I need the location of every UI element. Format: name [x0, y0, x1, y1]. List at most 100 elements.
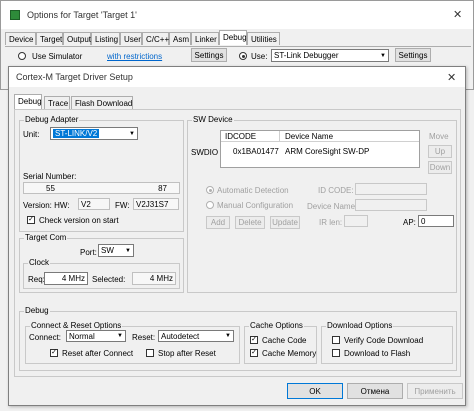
stop-after-reset-label: Stop after Reset [158, 349, 216, 358]
row-idcode-cell: 0x1BA01477 [233, 147, 279, 156]
verify-code-download-checkbox[interactable] [332, 336, 340, 344]
options-close-icon[interactable]: ✕ [453, 8, 462, 21]
delete-button[interactable]: Delete [235, 216, 265, 229]
fw-version-value: V2J31S7 [136, 199, 169, 209]
check-version-label: Check version on start [39, 216, 119, 225]
sw-device-table[interactable]: IDCODE Device Name 0x1BA01477 ARM CoreSi… [220, 130, 420, 168]
unit-label: Unit: [23, 130, 40, 139]
use-debugger-radio[interactable] [239, 52, 247, 60]
add-button[interactable]: Add [206, 216, 230, 229]
req-label: Req: [28, 275, 45, 284]
tab-asm[interactable]: Asm [169, 32, 191, 45]
verify-code-download-label: Verify Code Download [344, 336, 424, 345]
dialog-title: Cortex-M Target Driver Setup [16, 72, 133, 82]
tab-debug-settings[interactable]: Debug [14, 94, 42, 109]
use-simulator-label: Use Simulator [32, 52, 83, 61]
tab-listing[interactable]: Listing [91, 32, 120, 45]
simulator-settings-button[interactable]: Settings [191, 48, 227, 62]
stop-after-reset-checkbox[interactable] [146, 349, 154, 357]
chevron-down-icon: ▼ [225, 333, 231, 339]
download-options-label: Download Options [326, 321, 394, 330]
tab-debug[interactable]: Debug [219, 30, 247, 45]
sw-device-group: SW Device SWDIO IDCODE Device Name 0x1BA… [187, 115, 457, 293]
cache-memory-label: Cache Memory [262, 349, 317, 358]
move-down-button[interactable]: Down [428, 161, 452, 174]
target-com-label: Target Com [24, 233, 68, 242]
tab-utilities[interactable]: Utilities [247, 32, 280, 45]
cache-options-label: Cache Options [249, 321, 304, 330]
download-to-flash-checkbox[interactable] [332, 349, 340, 357]
check-version-checkbox[interactable]: ✓ [27, 216, 35, 224]
use-label: Use: [251, 52, 268, 61]
unit-select[interactable]: ST-LINK/V2 ▼ [50, 127, 138, 140]
cancel-button[interactable]: Отмена [347, 383, 403, 399]
options-titlebar: Options for Target 'Target 1' ✕ [1, 1, 473, 29]
ap-label: AP: [403, 218, 416, 227]
req-clock-value: 4 MHz [61, 274, 85, 283]
row-device-name-cell: ARM CoreSight SW-DP [285, 147, 370, 156]
fw-version-field: V2J31S7 [133, 198, 179, 210]
dialog-close-icon[interactable]: ✕ [447, 71, 456, 84]
tab-linker[interactable]: Linker [191, 32, 219, 45]
swdio-label: SWDIO [191, 148, 219, 157]
apply-button[interactable]: Применить [407, 383, 463, 399]
tab-target[interactable]: Target [36, 32, 63, 45]
update-button[interactable]: Update [270, 216, 300, 229]
debug-options-label: Debug [24, 306, 50, 315]
col-divider [279, 131, 280, 142]
tab-trace[interactable]: Trace [44, 96, 70, 109]
port-select-value: SW [101, 246, 114, 255]
ir-len-input[interactable] [344, 215, 368, 227]
connect-select[interactable]: Normal ▼ [66, 330, 126, 342]
chevron-down-icon: ▼ [380, 52, 386, 59]
port-label: Port: [80, 248, 97, 257]
automatic-detection-radio[interactable] [206, 186, 214, 194]
connect-select-value: Normal [69, 331, 95, 341]
tab-flash-download[interactable]: Flash Download [71, 96, 133, 109]
debugger-select[interactable]: ST-Link Debugger ▼ [271, 49, 389, 62]
debug-adapter-group: Debug Adapter Unit: ST-LINK/V2 ▼ Serial … [19, 115, 184, 232]
tab-output[interactable]: Output [63, 32, 91, 45]
cache-code-label: Cache Code [262, 336, 307, 345]
cache-memory-checkbox[interactable]: ✓ [250, 349, 258, 357]
port-select[interactable]: SW ▼ [98, 244, 134, 257]
hw-version-field: V2 [78, 198, 110, 210]
download-options-group: Download Options Verify Code Download Do… [321, 321, 453, 364]
selected-clock-label: Selected: [92, 275, 126, 284]
keil-app-icon [10, 10, 20, 20]
serial-number-left: 55 [46, 183, 55, 193]
selected-clock-value: 4 MHz [149, 274, 173, 283]
with-restrictions-link[interactable]: with restrictions [107, 52, 162, 61]
clock-group: Clock Req: 4 MHz Selected: 4 MHz [23, 258, 180, 289]
cache-code-checkbox[interactable]: ✓ [250, 336, 258, 344]
req-clock-field[interactable]: 4 MHz [44, 272, 88, 285]
download-to-flash-label: Download to Flash [344, 349, 411, 358]
manual-configuration-radio[interactable] [206, 201, 214, 209]
tab-device[interactable]: Device [5, 32, 36, 45]
dialog-tab-strip: Debug Trace Flash Download [14, 94, 154, 110]
use-simulator-radio[interactable] [18, 52, 26, 60]
id-code-input[interactable] [355, 183, 427, 195]
options-tab-strip: Device Target Output Listing User C/C++ … [5, 30, 335, 46]
ap-input[interactable]: 0 [418, 215, 454, 227]
table-row[interactable]: 0x1BA01477 ARM CoreSight SW-DP [221, 147, 419, 158]
connect-reset-label: Connect & Reset Options [30, 321, 123, 330]
ok-button[interactable]: OK [287, 383, 343, 399]
debug-adapter-label: Debug Adapter [24, 115, 80, 124]
tab-c-cpp[interactable]: C/C++ [142, 32, 169, 45]
device-name-input[interactable] [355, 199, 427, 211]
sw-device-label: SW Device [192, 115, 234, 124]
manual-configuration-label: Manual Configuration [217, 201, 294, 210]
reset-label: Reset: [132, 333, 156, 342]
reset-after-connect-checkbox[interactable]: ✓ [50, 349, 58, 357]
dialog-titlebar: Cortex-M Target Driver Setup ✕ [9, 67, 465, 87]
debugger-select-value: ST-Link Debugger [274, 51, 339, 60]
selected-clock-field: 4 MHz [132, 272, 176, 285]
move-up-button[interactable]: Up [428, 145, 452, 158]
hw-version-value: V2 [81, 199, 91, 209]
tab-user[interactable]: User [120, 32, 142, 45]
reset-select[interactable]: Autodetect ▼ [158, 330, 234, 342]
col-device-name-header: Device Name [285, 132, 334, 141]
connect-reset-group: Connect & Reset Options Connect: Normal … [25, 321, 240, 364]
debugger-settings-button[interactable]: Settings [395, 48, 431, 62]
